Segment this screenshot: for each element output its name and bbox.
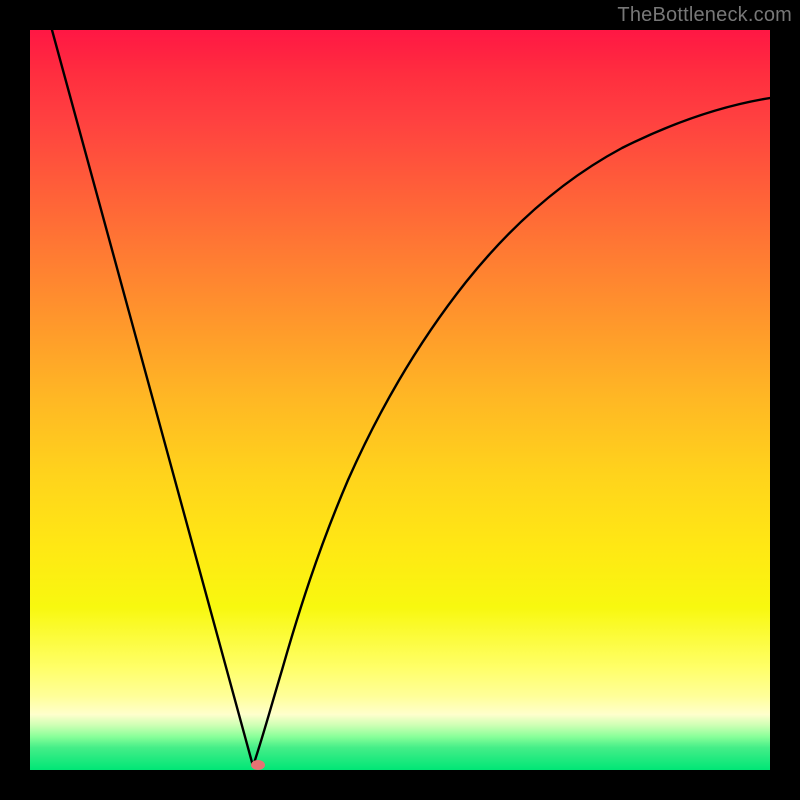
bottleneck-curve — [52, 30, 770, 766]
chart-container: TheBottleneck.com — [0, 0, 800, 800]
curve-svg — [30, 30, 770, 770]
watermark-text: TheBottleneck.com — [617, 4, 792, 27]
vertex-marker — [251, 760, 265, 770]
plot-area — [30, 30, 770, 770]
